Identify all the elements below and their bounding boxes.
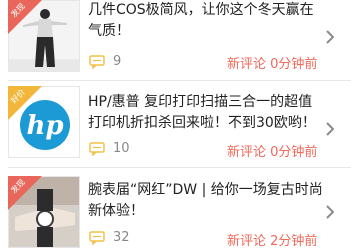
article-title[interactable]: 几件COS极简风，让你这个冬天赢在气质！ xyxy=(88,0,323,42)
comment-count: 10 xyxy=(113,141,130,156)
category-badge: 发现 xyxy=(8,0,42,34)
new-comment-time: 新评论 0分钟前 xyxy=(227,57,318,72)
article-feed: 发现 几件COS极简风，让你这个冬天赢在气质！ 9 新评论 0分钟前 hp 好价… xyxy=(0,0,351,250)
comment-bubble-icon xyxy=(89,55,105,69)
comment-count: 32 xyxy=(113,230,130,245)
new-comment-time: 新评论 2分钟前 xyxy=(227,234,318,249)
feed-item[interactable]: 发现 几件COS极简风，让你这个冬天赢在气质！ 9 新评论 0分钟前 xyxy=(0,0,351,80)
divider xyxy=(8,167,351,168)
comment-bubble-icon xyxy=(89,231,105,245)
chevron-right-icon[interactable] xyxy=(325,30,334,44)
feed-item[interactable]: hp 好价 HP/惠普 复印打印扫描三合一的超值打印机折扣杀回来啦！不到30欧哟… xyxy=(0,86,351,166)
divider xyxy=(8,80,351,81)
new-comment-time: 新评论 0分钟前 xyxy=(227,145,318,160)
category-badge: 好价 xyxy=(8,86,42,120)
article-title[interactable]: 腕表届“网红”DW | 给你一场复古时尚新体验！ xyxy=(88,180,323,222)
article-title[interactable]: HP/惠普 复印打印扫描三合一的超值打印机折扣杀回来啦！不到30欧哟！ xyxy=(88,92,323,134)
feed-item[interactable]: 发现 腕表届“网红”DW | 给你一场复古时尚新体验！ 32 新评论 2分钟前 xyxy=(0,170,351,250)
category-badge: 发现 xyxy=(8,176,42,210)
chevron-right-icon[interactable] xyxy=(325,205,334,219)
comment-bubble-icon xyxy=(89,142,105,156)
chevron-right-icon[interactable] xyxy=(325,122,334,136)
comment-count: 9 xyxy=(113,54,122,69)
